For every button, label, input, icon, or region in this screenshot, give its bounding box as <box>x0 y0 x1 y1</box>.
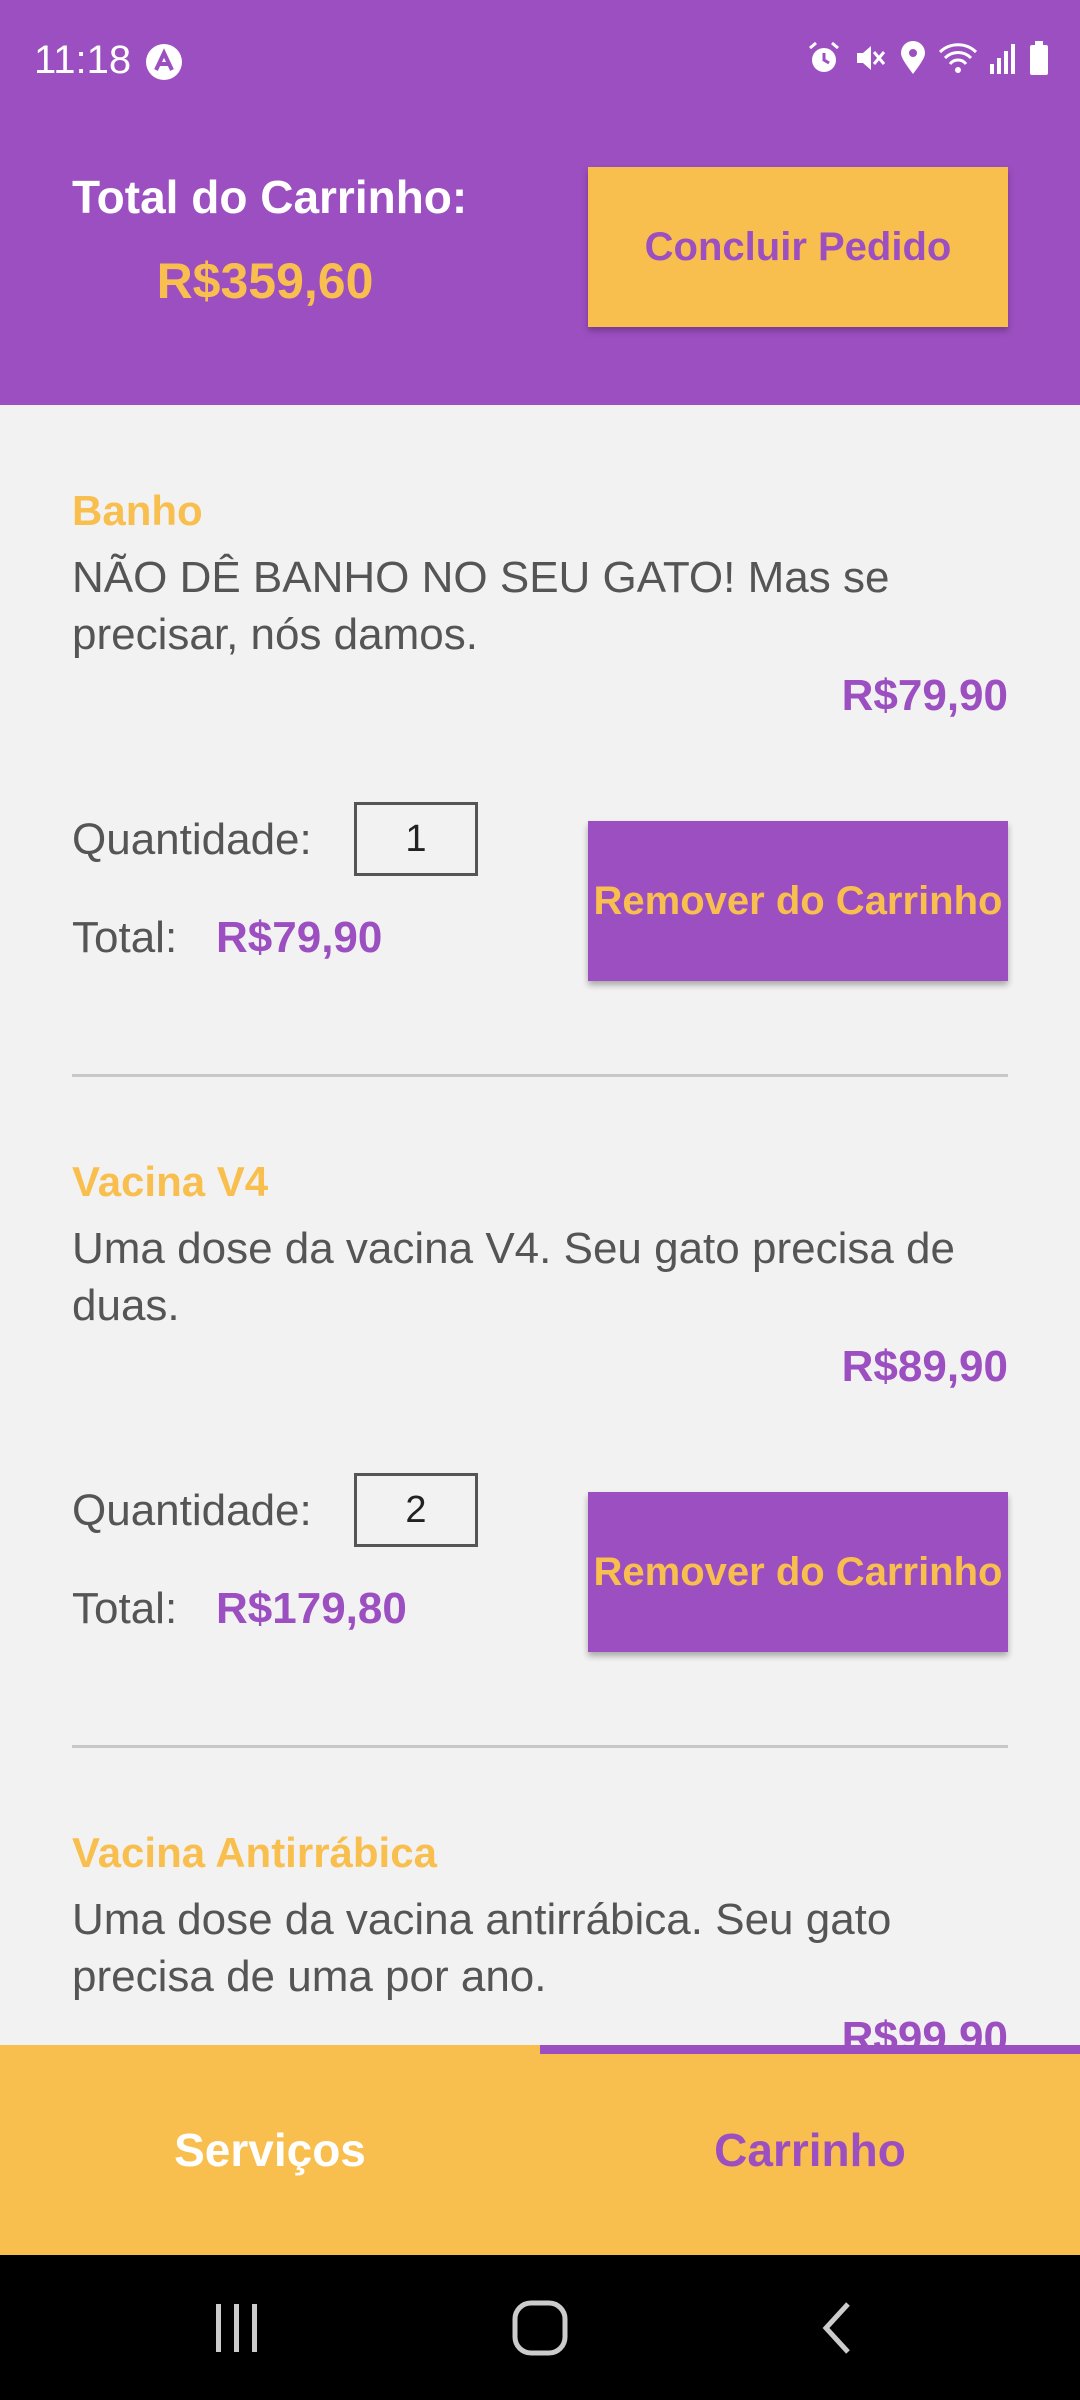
alarm-icon <box>806 40 842 76</box>
item-price: R$99,90 <box>841 2013 1008 2045</box>
line-total-label: Total: <box>72 913 178 962</box>
quantity-input[interactable] <box>354 802 478 876</box>
mute-icon <box>852 40 888 76</box>
quantity-label: Quantidade: <box>72 1486 312 1535</box>
line-total-value: R$179,80 <box>216 1584 407 1633</box>
cart-header: Total do Carrinho: R$359,60 Concluir Ped… <box>0 126 1080 405</box>
tab-servicos[interactable]: Serviços <box>0 2045 540 2255</box>
wifi-icon <box>938 40 978 76</box>
cart-item: Vacina V4 Uma dose da vacina V4. Seu gat… <box>0 1076 1080 1748</box>
cart-list[interactable]: Banho NÃO DÊ BANHO NO SEU GATO! Mas se p… <box>0 405 1080 2045</box>
cart-item: Vacina Antirrábica Uma dose da vacina an… <box>0 1747 1080 2045</box>
line-total-value: R$79,90 <box>216 913 383 962</box>
item-name: Banho <box>72 487 203 534</box>
cart-item: Banho NÃO DÊ BANHO NO SEU GATO! Mas se p… <box>0 405 1080 1077</box>
signal-icon <box>988 40 1018 76</box>
status-time: 11:18 <box>34 38 132 82</box>
cart-total-value: R$359,60 <box>156 253 374 309</box>
finish-order-button[interactable]: Concluir Pedido <box>588 167 1008 327</box>
status-bar: 11:18 <box>0 0 1080 126</box>
remove-from-cart-button[interactable]: Remover do Carrinho <box>588 1492 1008 1652</box>
quantity-input[interactable] <box>354 1473 478 1547</box>
bottom-nav: Serviços Carrinho <box>0 2045 1080 2255</box>
status-icons <box>806 40 1050 76</box>
home-icon[interactable] <box>470 2255 610 2400</box>
back-icon[interactable] <box>770 2255 910 2400</box>
recent-apps-icon[interactable] <box>166 2255 306 2400</box>
item-name: Vacina Antirrábica <box>72 1829 437 1876</box>
item-description: Uma dose da vacina antirrábica. Seu gato… <box>72 1895 892 2001</box>
item-name: Vacina V4 <box>72 1158 269 1205</box>
item-price: R$79,90 <box>841 671 1008 720</box>
location-icon <box>898 40 928 76</box>
item-description: NÃO DÊ BANHO NO SEU GATO! Mas se precisa… <box>72 553 890 659</box>
system-nav-bar <box>0 2255 1080 2400</box>
tab-carrinho[interactable]: Carrinho <box>540 2045 1080 2255</box>
battery-icon <box>1028 40 1050 76</box>
line-total-label: Total: <box>72 1584 178 1633</box>
remove-from-cart-button[interactable]: Remover do Carrinho <box>588 821 1008 981</box>
app-notification-icon <box>144 42 184 82</box>
cart-total-label: Total do Carrinho: <box>72 171 468 223</box>
item-price: R$89,90 <box>841 1342 1008 1391</box>
quantity-label: Quantidade: <box>72 815 312 864</box>
item-description: Uma dose da vacina V4. Seu gato precisa … <box>72 1224 955 1330</box>
